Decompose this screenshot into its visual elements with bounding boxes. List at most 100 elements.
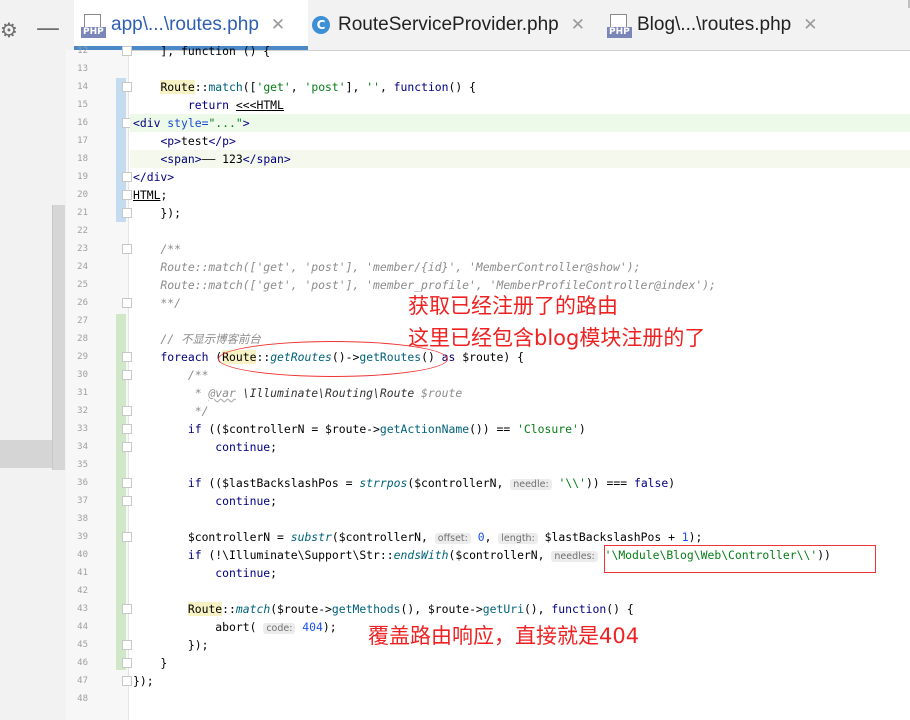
line-number: 13 xyxy=(77,64,88,74)
line-number: 17 xyxy=(77,136,88,146)
code-line[interactable]: <div style="..."> xyxy=(133,114,250,132)
code-line[interactable]: }); xyxy=(133,636,209,654)
line-number: 44 xyxy=(77,622,88,632)
fold-marker-icon[interactable] xyxy=(122,190,132,200)
fold-marker-icon[interactable] xyxy=(122,658,132,668)
fold-marker-icon[interactable] xyxy=(122,298,132,308)
annotation-box xyxy=(604,545,876,573)
fold-marker-icon[interactable] xyxy=(122,208,132,218)
fold-marker-icon[interactable] xyxy=(122,496,132,506)
code-line[interactable]: Route::match(['get', 'post'], 'member/{i… xyxy=(133,258,640,276)
tab-route-service-provider[interactable]: C RouteServiceProvider.php ✕ xyxy=(312,0,590,50)
line-number: 15 xyxy=(77,100,88,110)
fold-marker-icon[interactable] xyxy=(122,442,132,452)
vcs-modified-marker xyxy=(116,78,126,222)
line-number: 35 xyxy=(77,460,88,470)
line-number: 24 xyxy=(77,262,88,272)
fold-marker-icon[interactable] xyxy=(122,532,132,542)
line-number: 40 xyxy=(77,550,88,560)
line-number: 32 xyxy=(77,406,88,416)
code-line[interactable]: } xyxy=(133,654,167,672)
code-line[interactable]: // 不显示博客前台 xyxy=(133,330,260,348)
panel-scrollbar[interactable] xyxy=(52,205,65,470)
line-number: 47 xyxy=(77,676,88,686)
line-number: 38 xyxy=(77,514,88,524)
line-number: 21 xyxy=(77,208,88,218)
class-c-icon: C xyxy=(312,16,330,34)
line-number: 41 xyxy=(77,568,88,578)
line-number: 29 xyxy=(77,352,88,362)
code-line[interactable]: **/ xyxy=(133,294,181,312)
line-number: 20 xyxy=(77,190,88,200)
line-number: 43 xyxy=(77,604,88,614)
line-number: 14 xyxy=(77,82,88,92)
line-number: 36 xyxy=(77,478,88,488)
code-line[interactable]: /** xyxy=(133,366,209,384)
code-line[interactable]: <p>test</p> xyxy=(133,132,235,150)
annotation-note-blog: 这里已经包含blog模块注册的了 xyxy=(408,326,706,350)
code-line[interactable]: return <<<HTML xyxy=(133,96,284,114)
tab-label: app\...\routes.php xyxy=(111,14,259,35)
line-number: 48 xyxy=(77,694,88,704)
line-number: 22 xyxy=(77,226,88,236)
line-number: 46 xyxy=(77,658,88,668)
line-number: 25 xyxy=(77,280,88,290)
code-line[interactable]: <span>—— 123</span> xyxy=(133,150,290,168)
line-number: 37 xyxy=(77,496,88,506)
fold-marker-icon[interactable] xyxy=(122,370,132,380)
panel-selected-row[interactable] xyxy=(0,440,52,468)
fold-marker-icon[interactable] xyxy=(122,604,132,614)
minus-icon[interactable]: — xyxy=(36,14,60,42)
php-file-icon: PHP xyxy=(607,14,632,38)
fold-marker-icon[interactable] xyxy=(122,46,132,56)
code-line[interactable]: continue; xyxy=(133,438,277,456)
fold-marker-icon[interactable] xyxy=(122,172,132,182)
close-icon[interactable]: ✕ xyxy=(271,15,285,35)
code-line[interactable]: </div> xyxy=(133,168,174,186)
fold-marker-icon[interactable] xyxy=(122,478,132,488)
fold-marker-icon[interactable] xyxy=(122,406,132,416)
fold-marker-icon[interactable] xyxy=(122,676,132,686)
code-line[interactable]: abort( code: 404); xyxy=(133,618,337,638)
line-number: 30 xyxy=(77,370,88,380)
close-icon[interactable]: ✕ xyxy=(803,15,817,35)
line-number: 23 xyxy=(77,244,88,254)
line-number: 18 xyxy=(77,154,88,164)
code-line[interactable]: */ xyxy=(133,402,209,420)
fold-marker-icon[interactable] xyxy=(122,244,132,254)
line-number: 39 xyxy=(77,532,88,542)
annotation-note-404: 覆盖路由响应，直接就是404 xyxy=(368,624,640,648)
code-line[interactable]: if (($controllerN = $route->getActionNam… xyxy=(133,420,586,438)
code-line[interactable]: Route::match($route->getMethods(), $rout… xyxy=(133,600,634,618)
line-number: 26 xyxy=(77,298,88,308)
code-line[interactable]: continue; xyxy=(133,564,277,582)
code-line[interactable]: }); xyxy=(133,672,154,690)
code-line[interactable]: ], function () { xyxy=(133,42,270,60)
vcs-added-marker xyxy=(116,314,126,670)
fold-marker-icon[interactable] xyxy=(122,640,132,650)
close-icon[interactable]: ✕ xyxy=(571,15,585,35)
fold-marker-icon[interactable] xyxy=(122,424,132,434)
line-number: 34 xyxy=(77,442,88,452)
code-line[interactable]: /** xyxy=(133,240,181,258)
code-line[interactable]: continue; xyxy=(133,492,277,510)
annotation-note-routes: 获取已经注册了的路由 xyxy=(408,294,618,318)
fold-marker-icon[interactable] xyxy=(122,352,132,362)
code-line[interactable]: * @var \Illuminate\Routing\Route $route xyxy=(133,384,462,402)
line-number: 28 xyxy=(77,334,88,344)
tab-blog-routes[interactable]: PHP Blog\...\routes.php ✕ xyxy=(607,0,838,50)
php-file-icon: PHP xyxy=(81,14,106,38)
code-line[interactable]: HTML; xyxy=(133,186,167,204)
code-line[interactable]: }); xyxy=(133,204,181,222)
line-number: 27 xyxy=(77,316,88,326)
tab-label: Blog\...\routes.php xyxy=(637,14,792,35)
line-number: 42 xyxy=(77,586,88,596)
fold-marker-icon[interactable] xyxy=(122,82,132,92)
code-line[interactable]: Route::match(['get', 'post'], '', functi… xyxy=(133,78,476,96)
line-number: 12 xyxy=(77,46,88,56)
line-number: 19 xyxy=(77,172,88,182)
project-tool-panel: ⚙ — xyxy=(0,0,67,720)
code-line[interactable]: if (($lastBackslashPos = strrpos($contro… xyxy=(133,474,675,494)
gear-icon[interactable]: ⚙ xyxy=(0,18,18,42)
line-number: 16 xyxy=(77,118,88,128)
